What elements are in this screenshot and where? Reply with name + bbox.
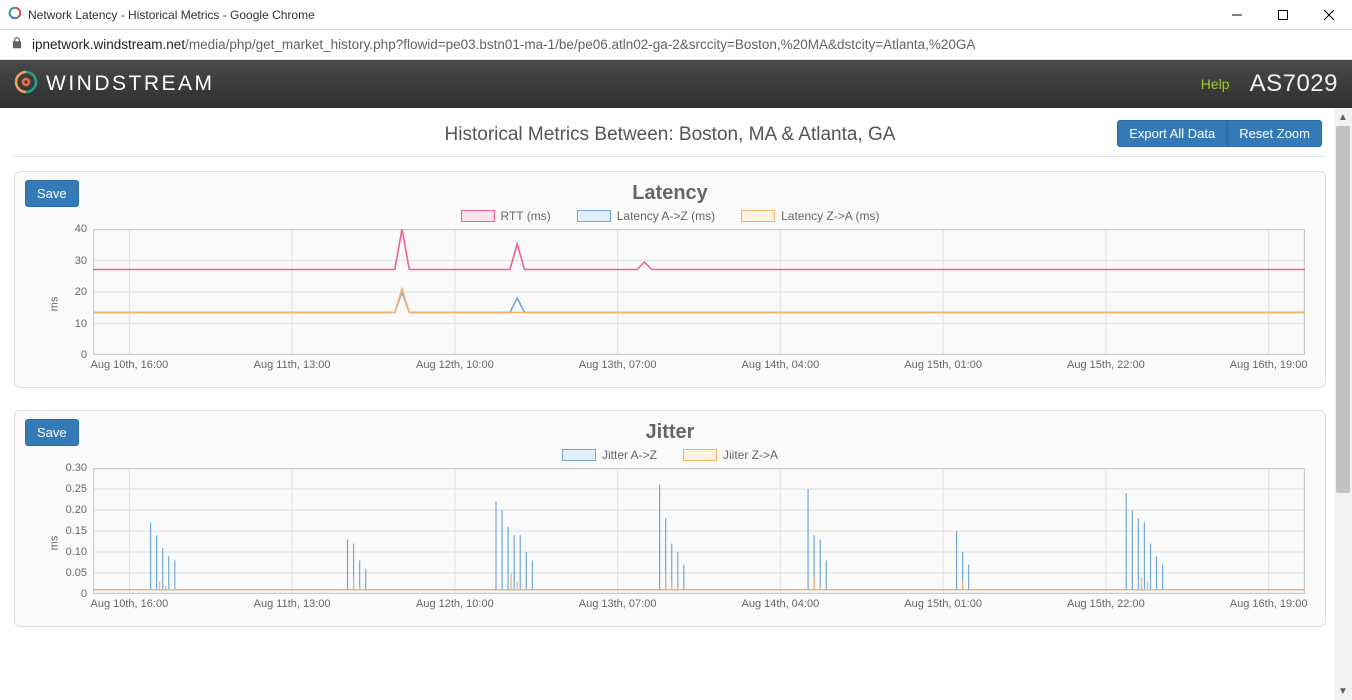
window-titlebar: Network Latency - Historical Metrics - G… bbox=[0, 0, 1352, 30]
legend-swatch bbox=[577, 210, 611, 222]
reset-zoom-button[interactable]: Reset Zoom bbox=[1227, 120, 1322, 147]
export-all-data-button[interactable]: Export All Data bbox=[1117, 120, 1227, 147]
legend-item[interactable]: Latency Z->A (ms) bbox=[741, 209, 879, 223]
xtick: Aug 12th, 10:00 bbox=[416, 598, 494, 610]
xtick: Aug 15th, 22:00 bbox=[1067, 359, 1145, 371]
ytick: 0.05 bbox=[66, 567, 87, 579]
legend-label: Latency A->Z (ms) bbox=[617, 209, 715, 223]
xtick: Aug 16th, 19:00 bbox=[1230, 598, 1308, 610]
window-minimize-button[interactable] bbox=[1214, 0, 1260, 30]
ytick: 20 bbox=[75, 286, 87, 298]
xtick: Aug 13th, 07:00 bbox=[579, 359, 657, 371]
xtick: Aug 15th, 01:00 bbox=[904, 359, 982, 371]
legend-swatch bbox=[683, 449, 717, 461]
xtick: Aug 14th, 04:00 bbox=[742, 598, 820, 610]
ytick: 0.10 bbox=[66, 546, 87, 558]
ytick: 10 bbox=[75, 318, 87, 330]
lock-icon bbox=[10, 36, 24, 53]
favicon bbox=[8, 6, 22, 23]
help-link[interactable]: Help bbox=[1201, 76, 1230, 92]
ytick: 0.30 bbox=[66, 462, 87, 474]
url-text: ipnetwork.windstream.net/media/php/get_m… bbox=[32, 37, 975, 52]
ytick: 0.15 bbox=[66, 525, 87, 537]
legend-item[interactable]: Latency A->Z (ms) bbox=[577, 209, 715, 223]
page-title: Historical Metrics Between: Boston, MA &… bbox=[445, 124, 896, 146]
ytick: 0.20 bbox=[66, 504, 87, 516]
xtick: Aug 12th, 10:00 bbox=[416, 359, 494, 371]
jitter-chart-card: Save Jitter Jitter A->ZJiiter Z->A ms 00… bbox=[14, 410, 1326, 627]
legend-item[interactable]: Jitter A->Z bbox=[562, 448, 657, 462]
xtick: Aug 15th, 01:00 bbox=[904, 598, 982, 610]
vertical-scrollbar[interactable]: ▲ ▼ bbox=[1334, 108, 1352, 700]
jitter-yaxis: 00.050.100.150.200.250.30 bbox=[57, 468, 91, 594]
legend-swatch bbox=[741, 210, 775, 222]
separator bbox=[14, 156, 1326, 157]
scroll-down-arrow[interactable]: ▼ bbox=[1334, 682, 1352, 700]
ytick: 0 bbox=[81, 349, 87, 361]
jitter-legend: Jitter A->Z Jiiter Z->A bbox=[29, 448, 1311, 462]
jitter-chart-title: Jitter bbox=[29, 421, 1311, 444]
brand-logo-icon bbox=[14, 70, 38, 99]
ytick: 30 bbox=[75, 255, 87, 267]
ytick: 40 bbox=[75, 223, 87, 235]
xtick: Aug 16th, 19:00 bbox=[1230, 359, 1308, 371]
xtick: Aug 11th, 13:00 bbox=[254, 598, 331, 610]
legend-swatch bbox=[461, 210, 495, 222]
xtick: Aug 10th, 16:00 bbox=[91, 598, 169, 610]
latency-legend: RTT (ms) Latency A->Z (ms) Latency Z->A (m… bbox=[29, 209, 1311, 223]
jitter-plot[interactable] bbox=[93, 468, 1305, 594]
brand-bar: WINDSTREAM Help AS7029 bbox=[0, 60, 1352, 108]
xtick: Aug 10th, 16:00 bbox=[91, 359, 169, 371]
window-title: Network Latency - Historical Metrics - G… bbox=[28, 8, 315, 22]
legend-label: Jitter A->Z bbox=[602, 448, 657, 462]
legend-item[interactable]: RTT (ms) bbox=[461, 209, 551, 223]
legend-swatch bbox=[562, 449, 596, 461]
xtick: Aug 11th, 13:00 bbox=[254, 359, 331, 371]
legend-item[interactable]: Jiiter Z->A bbox=[683, 448, 778, 462]
xtick: Aug 13th, 07:00 bbox=[579, 598, 657, 610]
xtick: Aug 15th, 22:00 bbox=[1067, 598, 1145, 610]
legend-label: Latency Z->A (ms) bbox=[781, 209, 879, 223]
scroll-up-arrow[interactable]: ▲ bbox=[1334, 108, 1352, 126]
latency-xaxis: Aug 10th, 16:00 Aug 11th, 13:00 Aug 12th, … bbox=[93, 357, 1305, 379]
save-button-jitter[interactable]: Save bbox=[25, 419, 79, 446]
asn-label: AS7029 bbox=[1250, 70, 1338, 98]
window-maximize-button[interactable] bbox=[1260, 0, 1306, 30]
legend-label: Jiiter Z->A bbox=[723, 448, 778, 462]
latency-chart-title: Latency bbox=[29, 182, 1311, 205]
latency-plot[interactable] bbox=[93, 229, 1305, 355]
brand-name: WINDSTREAM bbox=[46, 72, 215, 96]
ytick: 0 bbox=[81, 588, 87, 600]
scroll-thumb[interactable] bbox=[1336, 126, 1350, 493]
latency-yaxis: 010203040 bbox=[57, 229, 91, 355]
latency-chart-card: Save Latency RTT (ms) Latency A->Z (ms) La… bbox=[14, 171, 1326, 388]
address-bar[interactable]: ipnetwork.windstream.net/media/php/get_m… bbox=[0, 30, 1352, 60]
ytick: 0.25 bbox=[66, 483, 87, 495]
jitter-xaxis: Aug 10th, 16:00 Aug 11th, 13:00 Aug 12th, … bbox=[93, 596, 1305, 618]
legend-label: RTT (ms) bbox=[501, 209, 551, 223]
window-close-button[interactable] bbox=[1306, 0, 1352, 30]
xtick: Aug 14th, 04:00 bbox=[742, 359, 820, 371]
save-button-latency[interactable]: Save bbox=[25, 180, 79, 207]
